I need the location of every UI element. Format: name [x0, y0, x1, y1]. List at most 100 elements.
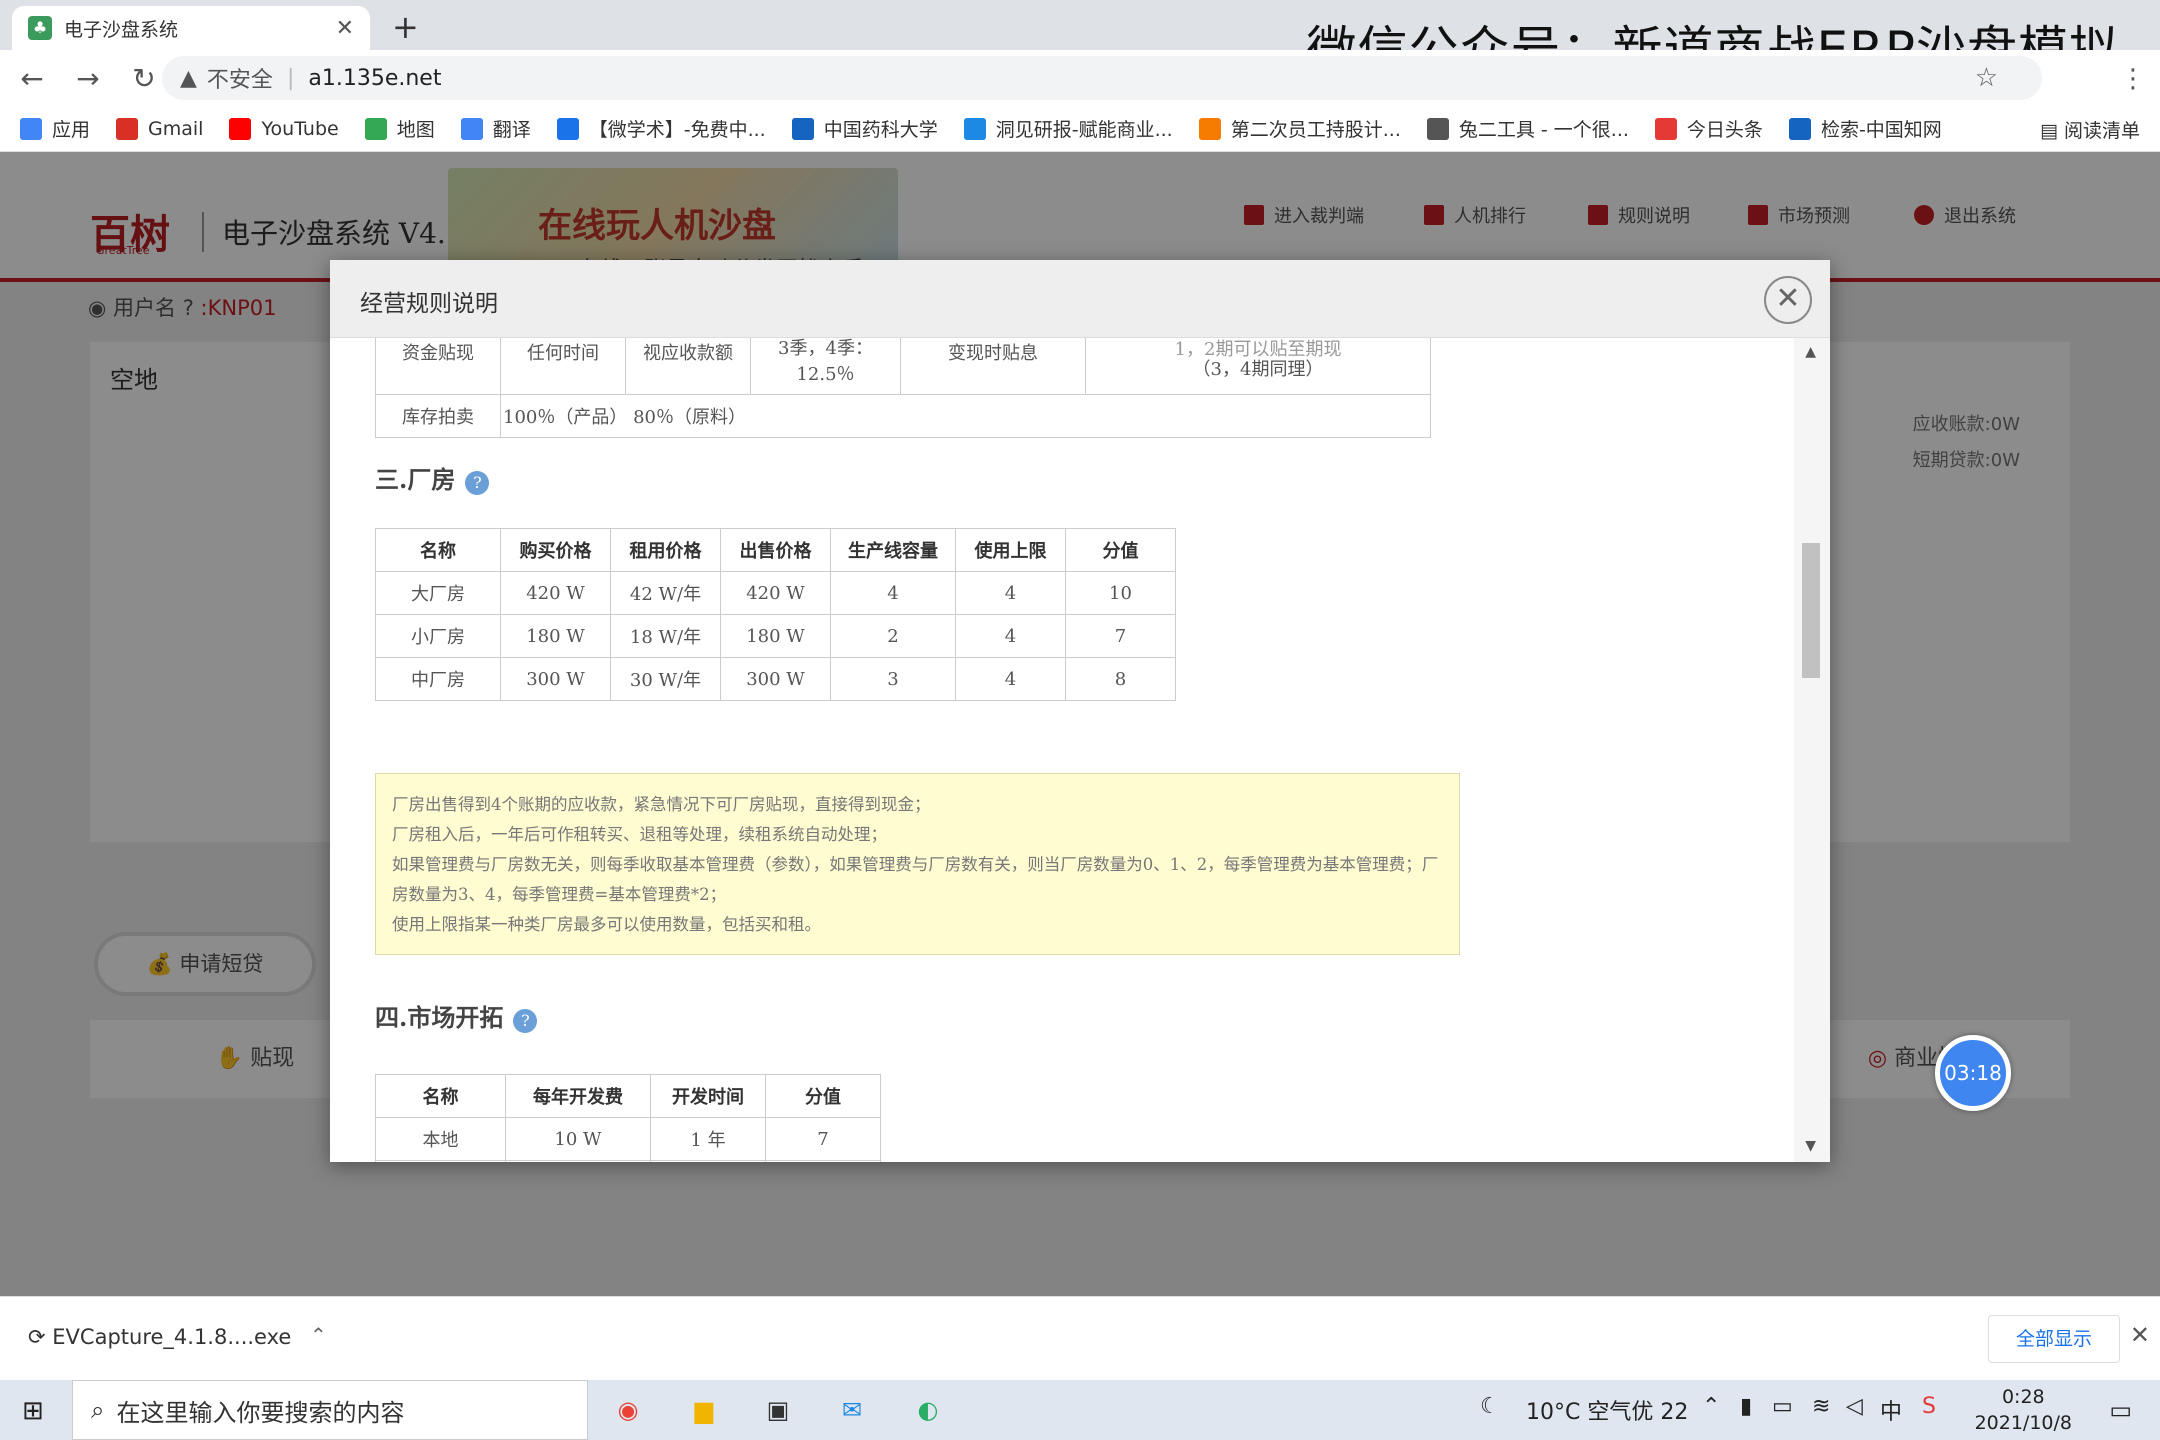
table-cell: 资金贴现 [375, 338, 501, 395]
section-title-market: 四.市场开拓? [375, 998, 538, 1033]
table-header-cell: 分值 [1065, 528, 1176, 572]
table-cell: 视应收款额 [625, 338, 751, 395]
table-cell: 8 [1065, 657, 1176, 701]
windows-start-icon[interactable]: ⊞ [22, 1396, 44, 1426]
scroll-down-icon[interactable]: ▼ [1805, 1138, 1816, 1154]
report-icon [963, 117, 986, 140]
folder-icon[interactable]: ▆ [682, 1390, 726, 1430]
table-header-row: 名称 购买价格 租用价格 出售价格 生产线容量 使用上限 分值 [375, 528, 1176, 572]
table-cell: 变现时贴息 [900, 338, 1086, 395]
table-cell: 180 W [500, 614, 611, 658]
clock-date: 2021/10/8 [1974, 1412, 2072, 1434]
scholar-icon [556, 117, 579, 140]
factory-table: 名称 购买价格 租用价格 出售价格 生产线容量 使用上限 分值 大厂房 420 W 42 W/年 4… [375, 528, 1176, 701]
reload-icon[interactable]: ↻ [120, 62, 168, 95]
bookmark-item[interactable]: 兔二工具 - 一个很... [1426, 115, 1629, 142]
bookmarks-bar: 应用 Gmail YouTube 地图 翻译 【微学术】-免费中... 中国药科大学 洞见研报… [0, 106, 2160, 152]
browser-tab[interactable]: ♣ 电子沙盘系统 ✕ [12, 6, 370, 50]
table-cell: 2 [830, 614, 956, 658]
bookmark-item[interactable]: Gmail [116, 117, 203, 140]
back-icon[interactable]: ← [8, 62, 56, 95]
bookmark-item[interactable]: 地图 [364, 115, 435, 142]
mic-icon[interactable]: ▮ [1740, 1394, 1752, 1419]
note-line: 厂房出售得到4个账期的应收款，紧急情况下可厂房贴现，直接得到现金； [392, 795, 931, 814]
table-cell: 中厂房 [375, 657, 501, 701]
bookmark-label: YouTube [261, 117, 339, 140]
chrome-icon[interactable]: ◉ [606, 1390, 650, 1430]
table-cell: 4 [955, 571, 1066, 615]
table-cell: 30 W/年 [610, 657, 721, 701]
volume-icon[interactable]: ◁ [1846, 1394, 1863, 1419]
gmail-icon [116, 117, 139, 140]
close-tab-icon[interactable]: ✕ [336, 16, 354, 41]
bookmark-item[interactable]: 【微学术】-免费中... [556, 115, 766, 142]
cropped-line: 1，2期可以贴至期现 [1174, 339, 1342, 360]
table-header-cell: 使用上限 [955, 528, 1066, 572]
timer-badge[interactable]: 03:18 [1935, 1035, 2011, 1111]
note-line: 如果管理费与厂房数无关，则每季收取基本管理费（参数），如果管理费与厂房数有关，则… [392, 855, 1439, 904]
modal-body[interactable]: 资金贴现 任何时间 视应收款额 3季，4季：12.5％ 变现时贴息 1，2期可以… [330, 338, 1830, 1162]
bookmark-label: 应用 [52, 119, 91, 141]
bookmark-label: 今日头条 [1686, 119, 1763, 141]
bookmark-item[interactable]: 今日头条 [1654, 115, 1763, 142]
battery-icon[interactable]: ▭ [1772, 1394, 1793, 1419]
download-bar: ⟳ EVCapture_4.1.8....exe ⌃ 全部显示 ✕ [0, 1296, 2160, 1380]
bookmark-label: 检索-中国知网 [1820, 119, 1942, 141]
scroll-up-icon[interactable]: ▲ [1805, 344, 1816, 360]
menu-icon[interactable]: ⋮ [2120, 64, 2146, 94]
taskbar-search[interactable]: ⌕ 在这里输入你要搜索的内容 [72, 1380, 588, 1440]
bookmark-item[interactable]: 翻译 [460, 115, 531, 142]
wechat-icon[interactable]: ◐ [906, 1390, 950, 1430]
store-icon[interactable]: ▣ [756, 1390, 800, 1430]
help-icon[interactable]: ? [513, 1009, 538, 1033]
table-header-cell: 名称 [375, 1074, 506, 1118]
bookmark-star-icon[interactable]: ☆ [1975, 63, 1998, 93]
scroll-thumb[interactable] [1802, 543, 1820, 678]
chevron-up-icon[interactable]: ⌃ [310, 1323, 327, 1347]
toutiao-icon [1654, 117, 1677, 140]
leaf-icon [1198, 117, 1221, 140]
bookmark-item[interactable]: 中国药科大学 [791, 115, 938, 142]
apps-icon [20, 117, 42, 140]
section-label: 三.厂房 [375, 465, 456, 494]
table-row: 本地 10 W1 年7 [375, 1117, 881, 1161]
show-all-button[interactable]: 全部显示 [1988, 1315, 2120, 1363]
table-cell: 4 [830, 571, 956, 615]
forward-icon[interactable]: → [64, 62, 112, 95]
new-tab-button[interactable]: + [392, 8, 419, 46]
modal-header: 经营规则说明 ✕ [330, 260, 1830, 338]
clock[interactable]: 0:28 2021/10/8 [1975, 1384, 2072, 1436]
note-line: 厂房租入后，一年后可作租转买、退租等处理，续租系统自动处理； [392, 825, 887, 844]
tray-chevron-icon[interactable]: ⌃ [1702, 1394, 1720, 1419]
wifi-icon[interactable]: ≋ [1812, 1394, 1830, 1419]
finance-rules-table: 资金贴现 任何时间 视应收款额 3季，4季：12.5％ 变现时贴息 1，2期可以… [375, 338, 1431, 438]
search-placeholder: 在这里输入你要搜索的内容 [116, 1398, 405, 1427]
bookmark-item[interactable]: 洞见研报-赋能商业... [963, 115, 1173, 142]
download-item[interactable]: ⟳ EVCapture_4.1.8....exe [28, 1325, 291, 1349]
download-filename: EVCapture_4.1.8....exe [52, 1325, 292, 1349]
warning-icon: ▲ [180, 65, 197, 91]
bookmark-item[interactable]: 应用 [20, 115, 90, 142]
reading-list-icon: ▤ [2039, 120, 2064, 142]
bookmark-item[interactable]: 检索-中国知网 [1788, 115, 1942, 142]
table-cell: 7 [765, 1117, 881, 1161]
bookmark-item[interactable]: YouTube [229, 117, 339, 140]
reading-list-button[interactable]: ▤ 阅读清单 [2040, 116, 2140, 143]
bookmark-item[interactable]: 第二次员工持股计... [1198, 115, 1401, 142]
notification-icon[interactable]: ▭ [2109, 1396, 2132, 1424]
address-bar[interactable]: ▲ 不安全 | a1.135e.net ☆ [162, 56, 2042, 100]
antivirus-icon[interactable]: S [1922, 1394, 1936, 1419]
help-icon[interactable]: ? [465, 471, 490, 495]
mail-icon[interactable]: ✉ [830, 1390, 874, 1430]
ime-indicator[interactable]: 中 [1880, 1394, 1902, 1426]
close-icon[interactable]: ✕ [1764, 276, 1812, 324]
table-header-cell: 分值 [765, 1074, 881, 1118]
cnki-icon [791, 117, 814, 140]
section-title-factory: 三.厂房? [375, 460, 490, 495]
table-header-cell: 每年开发费 [505, 1074, 651, 1118]
table-row: 大厂房 420 W 42 W/年 420 W 4 4 10 [375, 571, 1176, 615]
table-cell: 1 年 [650, 1160, 766, 1162]
close-download-icon[interactable]: ✕ [2130, 1321, 2150, 1349]
weather-text[interactable]: 10°C 空气优 22 [1526, 1394, 1688, 1426]
scrollbar[interactable]: ▲ ▼ [1794, 338, 1830, 1162]
